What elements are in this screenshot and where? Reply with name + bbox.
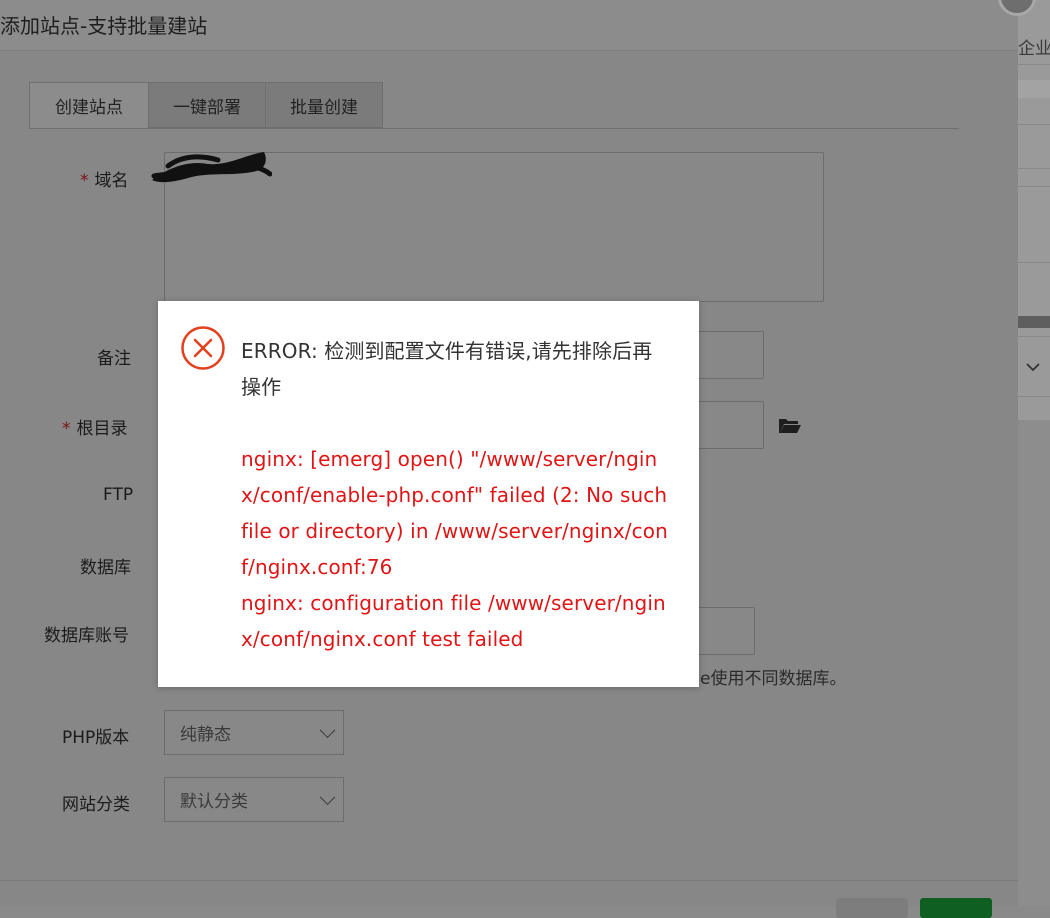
php-version-value: 纯静态 <box>180 725 231 745</box>
dialog-title: 添加站点-支持批量建站 <box>0 14 208 38</box>
php-version-select[interactable]: 纯静态 <box>164 710 344 755</box>
divider <box>1018 396 1050 397</box>
tab-label: 批量创建 <box>290 97 358 118</box>
folder-open-icon[interactable] <box>778 416 802 434</box>
dialog-header: 添加站点-支持批量建站 <box>0 0 1018 51</box>
tab-label: 一键部署 <box>173 97 241 118</box>
divider <box>1018 336 1050 337</box>
background-panel <box>1018 420 1050 906</box>
root-dir-label: * 根目录 <box>62 414 128 439</box>
domain-label-text: 域名 <box>94 171 129 191</box>
footer-divider <box>0 880 1018 881</box>
domain-label: * 域名 <box>80 166 129 191</box>
php-version-label: PHP版本 <box>62 728 130 748</box>
database-label: 数据库 <box>80 558 131 578</box>
divider <box>1018 186 1050 187</box>
background-page: 企业版 <box>1018 0 1050 906</box>
error-heading: ERROR: 检测到配置文件有错误,请先排除后再操作 <box>241 339 653 399</box>
background-bar <box>1018 80 1050 98</box>
category-value: 默认分类 <box>180 792 248 812</box>
error-line: nginx: [emerg] open() "/www/server/nginx… <box>241 447 668 579</box>
error-modal: ERROR: 检测到配置文件有错误,请先排除后再操作 nginx: [emerg… <box>158 301 699 687</box>
root-dir-label-text: 根目录 <box>76 419 128 439</box>
redaction-scribble <box>151 152 272 183</box>
required-mark: * <box>62 419 71 439</box>
error-message: ERROR: 检测到配置文件有错误,请先排除后再操作 nginx: [emerg… <box>241 333 671 657</box>
category-select[interactable]: 默认分类 <box>164 777 344 822</box>
tab-create-site[interactable]: 创建站点 <box>29 82 149 129</box>
tab-one-click-deploy[interactable]: 一键部署 <box>148 82 266 128</box>
error-circle-x-icon <box>181 326 225 370</box>
tab-bar: 创建站点 一键部署 批量创建 <box>29 82 959 129</box>
category-label: 网站分类 <box>62 795 130 815</box>
edition-label: 企业版 <box>1018 39 1050 59</box>
divider <box>1018 64 1050 65</box>
remark-label: 备注 <box>97 349 131 369</box>
ftp-label: FTP <box>103 485 134 505</box>
submit-button[interactable] <box>920 898 992 918</box>
error-line: nginx: configuration file /www/server/ng… <box>241 591 666 651</box>
divider <box>1018 168 1050 169</box>
tab-batch-create[interactable]: 批量创建 <box>265 82 383 128</box>
chevron-down-icon <box>1026 360 1040 376</box>
cancel-button[interactable] <box>836 898 908 918</box>
background-scrollbar <box>1018 316 1050 328</box>
chevron-down-icon <box>319 788 336 805</box>
required-mark: * <box>80 171 89 191</box>
divider <box>1018 124 1050 125</box>
tabs-divider <box>29 128 959 129</box>
db-hint-text: e使用不同数据库。 <box>700 669 847 689</box>
tab-label: 创建站点 <box>55 98 123 118</box>
error-detail: nginx: [emerg] open() "/www/server/nginx… <box>241 441 671 657</box>
divider <box>1018 262 1050 263</box>
db-account-label: 数据库账号 <box>44 626 129 646</box>
chevron-down-icon <box>319 721 336 738</box>
